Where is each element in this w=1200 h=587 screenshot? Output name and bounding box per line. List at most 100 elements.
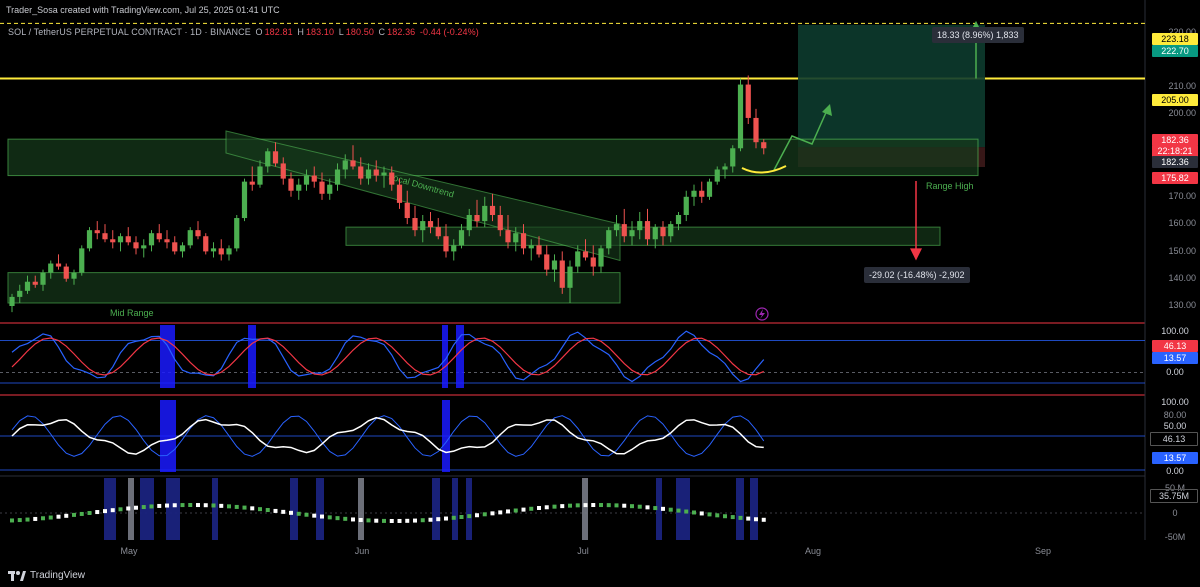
candle-body bbox=[342, 160, 348, 170]
candle bbox=[598, 245, 604, 273]
rsi-tag-50: 50.00 bbox=[1163, 421, 1187, 431]
volume-dot bbox=[692, 510, 696, 515]
volume-dot bbox=[661, 506, 665, 511]
candle-body bbox=[365, 169, 372, 179]
candle-body bbox=[528, 245, 534, 249]
long-position-label[interactable]: 18.33 (8.96%) 1,833 bbox=[932, 27, 1024, 43]
price-tick-210: 210.00 bbox=[1168, 81, 1196, 91]
volume-dot bbox=[544, 505, 549, 510]
candle bbox=[559, 251, 565, 294]
candle-body bbox=[110, 239, 116, 243]
candle-body bbox=[79, 248, 85, 273]
chart-canvas[interactable]: Mid RangeRange HighLocal Downtrend bbox=[0, 0, 1200, 587]
candle-body bbox=[327, 184, 333, 194]
volume-dot bbox=[529, 506, 534, 511]
candle-body bbox=[63, 266, 69, 279]
candle-body bbox=[590, 257, 596, 267]
candle-body bbox=[102, 233, 108, 240]
short-position-label[interactable]: -29.02 (-16.48%) -2,902 bbox=[864, 267, 970, 283]
volume-dot bbox=[172, 503, 177, 508]
volume-dot bbox=[87, 511, 92, 515]
volume-dot bbox=[180, 503, 185, 508]
candle bbox=[296, 178, 302, 200]
candle-body bbox=[32, 281, 38, 285]
candle-body bbox=[218, 248, 224, 255]
candle-body bbox=[86, 230, 93, 249]
candle-body bbox=[660, 227, 666, 237]
rsi-tag-100: 100.00 bbox=[1161, 397, 1189, 407]
candle bbox=[94, 221, 100, 240]
volume-highlight-bar bbox=[212, 478, 218, 540]
volume-dot bbox=[258, 507, 262, 512]
candle-body bbox=[303, 175, 310, 185]
volume-dot bbox=[405, 518, 410, 523]
candle-body bbox=[319, 181, 325, 194]
price-tick-130: 130.00 bbox=[1168, 300, 1196, 310]
volume-dot bbox=[684, 509, 689, 514]
volume-dot bbox=[420, 518, 425, 523]
candle bbox=[691, 184, 697, 206]
candle-body bbox=[613, 224, 620, 231]
volume-dot bbox=[343, 516, 348, 521]
candle-body bbox=[637, 221, 643, 231]
time-label-sep: Sep bbox=[1034, 546, 1052, 556]
volume-highlight-bar bbox=[466, 478, 472, 540]
candle bbox=[141, 239, 147, 258]
candle-body bbox=[567, 266, 573, 288]
candle-body bbox=[458, 230, 465, 246]
mid-range-label: Mid Range bbox=[110, 308, 154, 318]
close-label: C bbox=[378, 27, 386, 37]
candle bbox=[210, 242, 217, 258]
candle-body bbox=[226, 248, 232, 255]
volume-dot bbox=[599, 503, 603, 508]
candle-body bbox=[272, 151, 279, 164]
candle-body bbox=[489, 205, 496, 215]
candle-body bbox=[187, 230, 193, 246]
candle-body bbox=[675, 215, 682, 225]
volume-dot bbox=[668, 507, 673, 512]
candle bbox=[706, 178, 713, 200]
candle bbox=[102, 224, 108, 243]
high-label: H bbox=[297, 27, 304, 37]
candle-body bbox=[730, 148, 736, 167]
volume-highlight-bar bbox=[432, 478, 440, 540]
volume-dot bbox=[475, 513, 479, 518]
candle bbox=[55, 254, 62, 270]
volume-dot bbox=[444, 516, 448, 521]
candle-body bbox=[582, 251, 589, 258]
candle bbox=[241, 178, 248, 222]
volume-dot bbox=[761, 517, 766, 522]
candle bbox=[156, 224, 162, 243]
candle-body bbox=[466, 215, 472, 231]
price-tag-mark: 182.36 bbox=[1152, 156, 1198, 168]
candle-body bbox=[133, 242, 139, 249]
volume-highlight-bar bbox=[290, 478, 298, 540]
rsi-tag-signal: 13.57 bbox=[1152, 452, 1198, 464]
volume-dot bbox=[467, 514, 472, 519]
candle bbox=[172, 236, 178, 255]
candle-body bbox=[497, 215, 503, 231]
volume-dot bbox=[506, 509, 510, 514]
tradingview-brand[interactable]: TradingView bbox=[8, 570, 85, 581]
open-label: O bbox=[255, 27, 263, 37]
volume-dot bbox=[707, 512, 712, 517]
candle-body bbox=[644, 221, 651, 240]
volume-dot bbox=[265, 508, 270, 513]
time-label-jul: Jul bbox=[577, 546, 589, 556]
symbol-label[interactable]: SOL / TetherUS PERPETUAL CONTRACT · 1D ·… bbox=[8, 27, 251, 37]
candle-body bbox=[334, 169, 341, 185]
mid-range-zone bbox=[7, 272, 621, 304]
ohlc-legend: SOL / TetherUS PERPETUAL CONTRACT · 1D ·… bbox=[8, 27, 481, 37]
candle-body bbox=[40, 272, 46, 285]
volume-dot bbox=[351, 517, 355, 522]
volume-panel bbox=[0, 478, 1145, 540]
stoch-tag-0: 0.00 bbox=[1166, 367, 1184, 377]
vol-tag-0: 0 bbox=[1172, 508, 1178, 518]
volume-dot bbox=[149, 504, 154, 509]
candle-body bbox=[606, 230, 612, 249]
volume-dot bbox=[126, 506, 131, 511]
volume-highlight-bar bbox=[316, 478, 324, 540]
rsi-tag-value: 46.13 bbox=[1150, 432, 1198, 446]
time-label-aug: Aug bbox=[804, 546, 822, 556]
candle-body bbox=[699, 190, 705, 197]
